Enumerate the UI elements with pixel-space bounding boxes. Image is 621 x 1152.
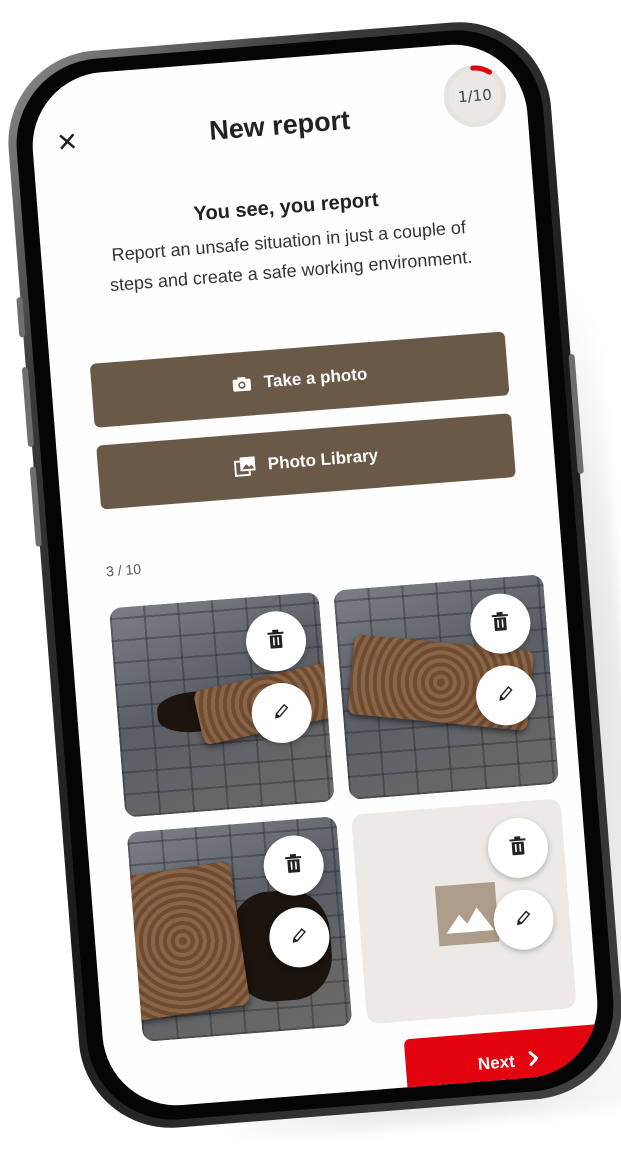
photo-tile[interactable]: [108, 591, 335, 818]
chevron-right-icon: [528, 1049, 540, 1071]
photo-counter: 3 / 10: [105, 560, 142, 580]
pencil-icon: [513, 906, 535, 932]
photo-library-button[interactable]: Photo Library: [96, 413, 516, 510]
gallery-icon: [233, 455, 257, 477]
image-placeholder-icon: [434, 881, 500, 947]
camera-icon: [231, 375, 252, 393]
trash-icon: [284, 852, 304, 878]
trash-icon: [508, 835, 528, 861]
photo-tile[interactable]: [333, 574, 560, 800]
photo-tile-placeholder[interactable]: [350, 798, 577, 1025]
take-photo-label: Take a photo: [263, 364, 368, 392]
edit-photo-button[interactable]: [491, 887, 556, 952]
pencil-icon: [288, 924, 310, 950]
app-screen: ✕ New report 1/10 You see, you report Re…: [27, 39, 603, 1111]
delete-photo-button[interactable]: [485, 815, 551, 881]
photo-library-label: Photo Library: [267, 445, 379, 474]
photo-tile[interactable]: [126, 816, 353, 1042]
phone-mockup: ✕ New report 1/10 You see, you report Re…: [1, 15, 621, 1135]
progress-ring: [470, 65, 493, 75]
pencil-icon: [495, 682, 517, 708]
pencil-icon: [271, 700, 293, 726]
take-photo-button[interactable]: Take a photo: [89, 331, 510, 428]
trash-icon: [266, 628, 286, 654]
progress-indicator: 1/10: [441, 62, 509, 130]
trash-icon: [490, 610, 510, 636]
next-label: Next: [477, 1051, 516, 1074]
